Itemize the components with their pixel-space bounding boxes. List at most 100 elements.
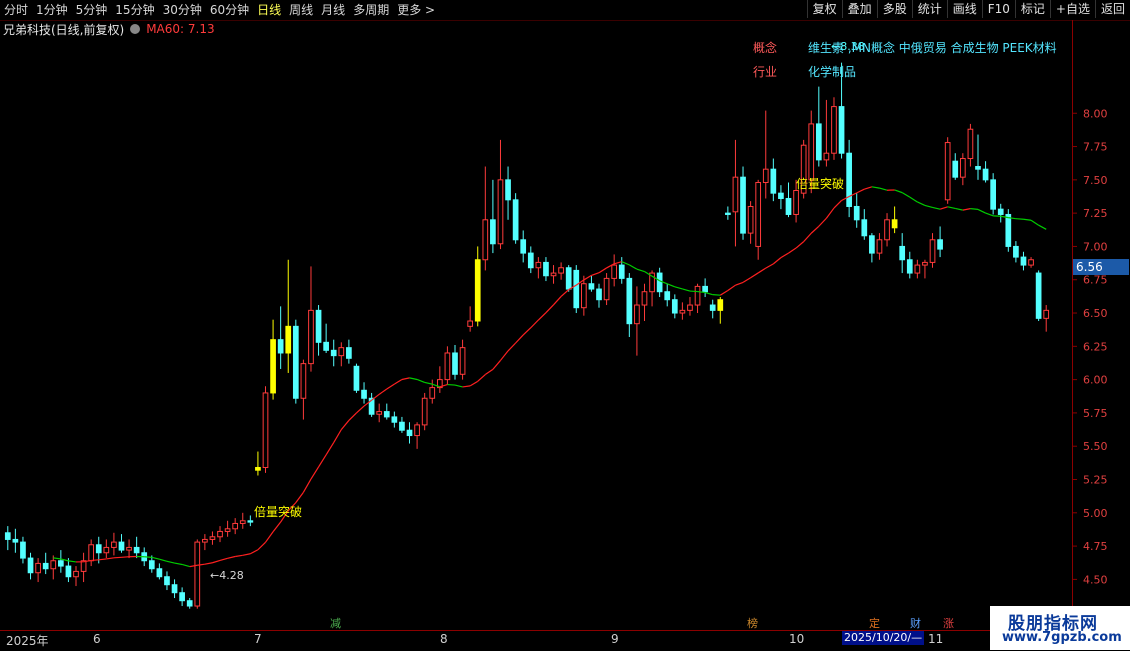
tab-5min[interactable]: 5分钟 bbox=[76, 2, 108, 18]
candle-body bbox=[430, 388, 435, 399]
candle-body bbox=[498, 180, 503, 244]
ma60-segment bbox=[379, 389, 387, 394]
tab-1min[interactable]: 1分钟 bbox=[36, 2, 68, 18]
candle-body bbox=[915, 265, 920, 273]
candle-body bbox=[36, 563, 41, 572]
breakout-label-1: 倍量突破 bbox=[254, 504, 302, 519]
candle-body bbox=[256, 468, 261, 471]
candle-body bbox=[453, 353, 458, 374]
candle bbox=[384, 404, 389, 420]
candle-body bbox=[703, 286, 708, 291]
candle-body bbox=[483, 220, 488, 260]
ma60-segment bbox=[933, 207, 941, 209]
ma60-segment bbox=[152, 557, 160, 559]
add-watchlist-button[interactable]: +自选 bbox=[1050, 0, 1095, 18]
event-marker[interactable]: 财 bbox=[909, 615, 922, 631]
settings-icon[interactable] bbox=[130, 24, 140, 34]
ma60-segment bbox=[394, 379, 402, 384]
mark-button[interactable]: 标记 bbox=[1015, 0, 1050, 18]
ma60-segment bbox=[493, 360, 501, 369]
tab-15min[interactable]: 15分钟 bbox=[115, 2, 154, 18]
candle bbox=[5, 526, 10, 550]
time-label-jul: 7 bbox=[254, 632, 262, 646]
candle bbox=[134, 537, 139, 558]
candle-body bbox=[968, 129, 973, 158]
back-button[interactable]: 返回 bbox=[1095, 0, 1130, 18]
ma60-segment bbox=[220, 558, 228, 560]
candle bbox=[74, 566, 79, 586]
candle-body bbox=[51, 561, 56, 569]
candle bbox=[710, 300, 715, 319]
candle-body bbox=[885, 220, 890, 240]
tab-intraday[interactable]: 分时 bbox=[4, 2, 28, 18]
ma60-segment bbox=[622, 262, 630, 265]
candle bbox=[513, 193, 518, 244]
tab-multi-period[interactable]: 多周期 bbox=[353, 2, 389, 18]
candle-body bbox=[612, 265, 617, 278]
tab-more[interactable]: 更多 > bbox=[397, 2, 435, 18]
candle-body bbox=[407, 430, 412, 435]
f10-button[interactable]: F10 bbox=[982, 0, 1015, 18]
event-marker[interactable]: 减 bbox=[329, 615, 342, 631]
ma60-segment bbox=[561, 290, 569, 297]
candle bbox=[483, 167, 488, 271]
candle-body bbox=[688, 305, 693, 310]
candle-body bbox=[597, 289, 602, 300]
candle-body bbox=[983, 169, 988, 180]
ma60-segment bbox=[766, 264, 774, 268]
candle bbox=[369, 393, 374, 417]
multi-stock-button[interactable]: 多股 bbox=[877, 0, 912, 18]
concept-value: 维生素 ,MN概念 中俄贸易 合成生物 PEEK材料 bbox=[808, 40, 1057, 55]
candle-body bbox=[945, 143, 950, 200]
price-tick: 6.50 bbox=[1073, 307, 1108, 320]
event-marker[interactable]: 定 bbox=[868, 615, 881, 631]
candle-body bbox=[907, 260, 912, 273]
overlay-button[interactable]: 叠加 bbox=[842, 0, 877, 18]
kline-chart[interactable]: ←4.28 ←8.38 倍量突破 倍量突破 概念 维生素 ,MN概念 中俄贸易 … bbox=[0, 40, 1072, 630]
ma60-segment bbox=[356, 406, 364, 413]
ma60-segment bbox=[940, 207, 948, 209]
tab-weekly[interactable]: 周线 bbox=[289, 2, 313, 18]
ma60-segment bbox=[68, 561, 76, 562]
adjust-button[interactable]: 复权 bbox=[807, 0, 842, 18]
candle bbox=[604, 273, 609, 305]
ma60-segment bbox=[917, 202, 925, 205]
candle-body bbox=[21, 542, 26, 558]
event-marker[interactable]: 涨 bbox=[942, 615, 955, 631]
ma60-segment bbox=[417, 379, 425, 382]
candle bbox=[460, 340, 465, 380]
ma60-segment bbox=[319, 455, 327, 467]
draw-line-button[interactable]: 画线 bbox=[947, 0, 982, 18]
price-tick: 6.00 bbox=[1073, 374, 1108, 387]
price-tick: 5.75 bbox=[1073, 407, 1108, 420]
tab-daily[interactable]: 日线 bbox=[257, 2, 281, 18]
candle bbox=[119, 534, 124, 553]
candle bbox=[218, 526, 223, 542]
ma60-segment bbox=[167, 561, 175, 563]
price-tick-label: 5.75 bbox=[1083, 407, 1108, 420]
candle bbox=[104, 539, 109, 558]
price-tick: 6.75 bbox=[1073, 274, 1108, 287]
candle-body bbox=[862, 220, 867, 236]
candle-body bbox=[627, 278, 632, 323]
event-marker[interactable]: 榜 bbox=[746, 615, 759, 631]
tab-30min[interactable]: 30分钟 bbox=[163, 2, 202, 18]
industry-label: 行业 bbox=[753, 65, 777, 79]
tab-monthly[interactable]: 月线 bbox=[321, 2, 345, 18]
candle-body bbox=[225, 529, 230, 532]
candle bbox=[938, 226, 943, 257]
candle-body bbox=[286, 326, 291, 353]
candle bbox=[392, 412, 397, 428]
candle-body bbox=[718, 300, 723, 311]
candle bbox=[612, 254, 617, 286]
tab-60min[interactable]: 60分钟 bbox=[210, 2, 249, 18]
statistics-button[interactable]: 统计 bbox=[912, 0, 947, 18]
ma60-segment bbox=[500, 351, 508, 361]
candle bbox=[240, 513, 245, 529]
ma60-segment bbox=[159, 559, 167, 561]
candle bbox=[657, 268, 662, 297]
candle-body bbox=[998, 209, 1003, 214]
candle-body bbox=[119, 542, 124, 550]
candle bbox=[324, 324, 329, 353]
candle-body bbox=[491, 220, 496, 244]
